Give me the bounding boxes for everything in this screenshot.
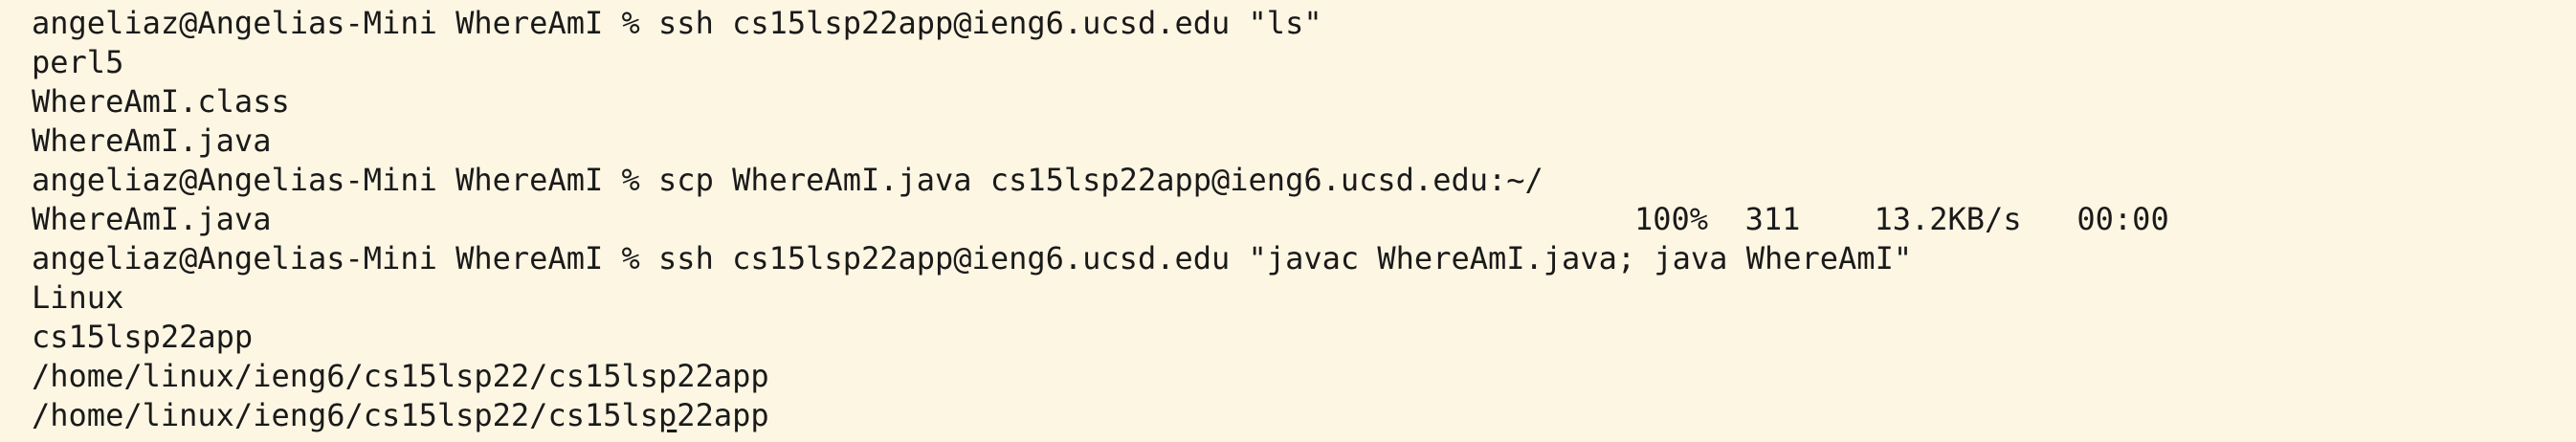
terminal-window[interactable]: angeliaz@Angelias-Mini WhereAmI % ssh cs… (0, 0, 2576, 442)
command-text: ssh cs15lsp22app@ieng6.ucsd.edu "javac W… (658, 240, 1913, 276)
output-line-with-cursor: /home/linux/ieng6/cs15lsp22/cs15lsp22app (32, 396, 2576, 435)
output-line: /home/linux/ieng6/cs15lsp22/cs15lsp22app (32, 358, 769, 394)
output-line: WhereAmI.class (32, 83, 290, 120)
output-text-before-cursor: /home/linux/ieng6/cs15lsp22/cs15ls (32, 397, 659, 433)
output-line: WhereAmI.java (32, 122, 272, 159)
output-text-after-cursor: 22app (677, 397, 769, 433)
command-text: ssh cs15lsp22app@ieng6.ucsd.edu "ls" (658, 5, 1322, 41)
prompt-line: angeliaz@Angelias-Mini WhereAmI % ssh cs… (32, 239, 2576, 278)
shell-prompt: angeliaz@Angelias-Mini WhereAmI % (32, 5, 659, 41)
shell-prompt: angeliaz@Angelias-Mini WhereAmI % (32, 162, 659, 198)
scp-transfer-line: WhereAmI.java 100% 311 13.2KB/s 00:00 (32, 200, 2576, 239)
prompt-line: angeliaz@Angelias-Mini WhereAmI % scp Wh… (32, 161, 2576, 200)
prompt-line: angeliaz@Angelias-Mini WhereAmI % ssh cs… (32, 4, 2576, 43)
output-line: perl5 (32, 44, 124, 80)
output-line: Linux (32, 279, 124, 316)
transfer-file-name: WhereAmI.java (32, 201, 272, 237)
command-text: scp WhereAmI.java cs15lsp22app@ieng6.ucs… (658, 162, 1543, 198)
output-line: cs15lsp22app (32, 319, 254, 355)
shell-prompt: angeliaz@Angelias-Mini WhereAmI % (32, 240, 659, 276)
transfer-stats: 100% 311 13.2KB/s 00:00 (1634, 201, 2169, 237)
text-cursor: p (658, 397, 677, 433)
